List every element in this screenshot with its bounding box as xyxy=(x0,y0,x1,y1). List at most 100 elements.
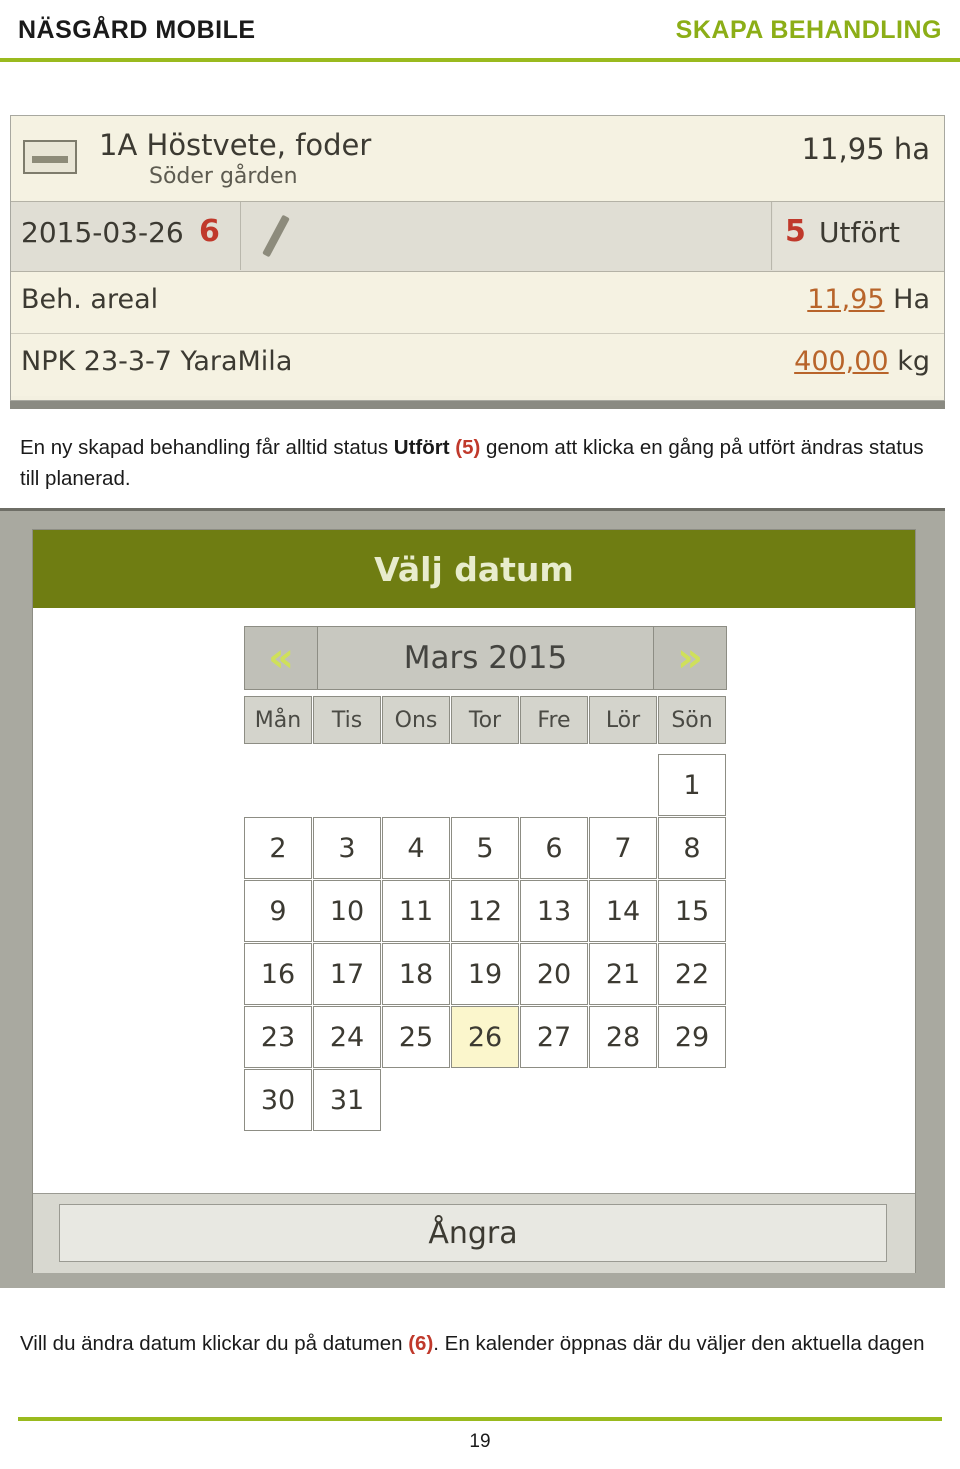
treatment-card-screenshot: 1A Höstvete, foder Söder gården 11,95 ha… xyxy=(10,115,945,401)
edit-cell[interactable] xyxy=(242,202,772,270)
day-cell[interactable]: 29 xyxy=(658,1006,726,1068)
date-status-row: 2015-03-26 6 5 Utfört xyxy=(11,202,944,272)
calendar-week-row: 23 24 25 26 27 28 29 xyxy=(244,1006,726,1068)
calendar-screenshot: Välj datum Mars 2015 « » Mån Tis Ons Tor… xyxy=(0,508,945,1288)
day-cell[interactable]: 11 xyxy=(382,880,450,942)
day-cell[interactable]: 2 xyxy=(244,817,312,879)
day-cell[interactable]: 5 xyxy=(451,817,519,879)
status-badge: Utfört xyxy=(819,216,900,249)
day-cell[interactable]: 31 xyxy=(313,1069,381,1131)
day-cell[interactable]: 18 xyxy=(382,943,450,1005)
treated-area-row: Beh. areal 11,95 Ha xyxy=(11,272,944,334)
page-number: 19 xyxy=(469,1431,491,1452)
calendar-week-row: 2 3 4 5 6 7 8 xyxy=(244,817,726,879)
day-cell[interactable]: 17 xyxy=(313,943,381,1005)
day-cell[interactable]: 30 xyxy=(244,1069,312,1131)
day-cell-empty xyxy=(658,1069,726,1131)
date-cell[interactable]: 2015-03-26 6 xyxy=(11,202,241,270)
calendar-dialog: Välj datum Mars 2015 « » Mån Tis Ons Tor… xyxy=(32,529,916,1273)
day-cell-empty xyxy=(244,754,312,816)
day-cell[interactable]: 4 xyxy=(382,817,450,879)
field-area: 11,95 ha xyxy=(801,132,930,166)
day-cell-empty xyxy=(589,1069,657,1131)
day-cell[interactable]: 27 xyxy=(520,1006,588,1068)
weekday-label: Fre xyxy=(520,696,588,744)
day-cell[interactable]: 25 xyxy=(382,1006,450,1068)
day-cell-empty xyxy=(520,754,588,816)
calendar-weekday-header: Mån Tis Ons Tor Fre Lör Sön xyxy=(244,696,726,744)
day-cell[interactable]: 9 xyxy=(244,880,312,942)
day-cell[interactable]: 22 xyxy=(658,943,726,1005)
callout-6: 6 xyxy=(199,214,220,249)
calendar-footer: Ångra xyxy=(33,1193,915,1273)
day-cell[interactable]: 23 xyxy=(244,1006,312,1068)
fertiliser-row: NPK 23-3-7 YaraMila 400,00 kg xyxy=(11,334,944,396)
screenshot-bottom-bar xyxy=(10,401,945,409)
day-cell[interactable]: 3 xyxy=(313,817,381,879)
status-cell[interactable]: 5 Utfört xyxy=(773,202,944,270)
weekday-label: Lör xyxy=(589,696,657,744)
farm-name: Söder gården xyxy=(149,164,298,189)
day-cell[interactable]: 24 xyxy=(313,1006,381,1068)
day-cell[interactable]: 28 xyxy=(589,1006,657,1068)
calendar-week-row: 1 xyxy=(244,754,726,816)
day-cell[interactable]: 20 xyxy=(520,943,588,1005)
day-cell-selected[interactable]: 26 xyxy=(451,1006,519,1068)
prev-month-icon[interactable]: « xyxy=(245,627,318,689)
day-cell-empty xyxy=(451,754,519,816)
page-header: NÄSGÅRD MOBILE SKAPA BEHANDLING xyxy=(0,0,960,62)
fertiliser-number: 400,00 xyxy=(794,346,889,377)
treated-area-label: Beh. areal xyxy=(21,284,159,315)
calendar-body: Mars 2015 « » Mån Tis Ons Tor Fre Lör Sö… xyxy=(33,608,915,1193)
app-title: NÄSGÅRD MOBILE xyxy=(18,16,256,44)
callout-5: 5 xyxy=(785,214,806,249)
fertiliser-unit: kg xyxy=(897,346,930,377)
field-header-row: 1A Höstvete, foder Söder gården 11,95 ha xyxy=(11,116,944,202)
cancel-button[interactable]: Ångra xyxy=(59,1204,887,1262)
treated-area-number: 11,95 xyxy=(807,284,885,315)
calendar-week-row: 16 17 18 19 20 21 22 xyxy=(244,943,726,1005)
day-cell[interactable]: 19 xyxy=(451,943,519,1005)
caption1-callout: (5) xyxy=(455,436,481,459)
caption2-part1: Vill du ändra datum klickar du på datume… xyxy=(20,1332,409,1355)
treatment-date: 2015-03-26 xyxy=(21,216,184,249)
day-cell[interactable]: 1 xyxy=(658,754,726,816)
day-cell-empty xyxy=(520,1069,588,1131)
caption-treatment-status: En ny skapad behandling får alltid statu… xyxy=(20,432,940,494)
caption2-callout: (6) xyxy=(408,1332,434,1355)
calendar-navbar: Mars 2015 « » xyxy=(244,626,727,690)
caption1-part1: En ny skapad behandling får alltid statu… xyxy=(20,436,394,459)
fertiliser-value: 400,00 kg xyxy=(794,346,930,377)
weekday-label: Tor xyxy=(451,696,519,744)
fertiliser-label: NPK 23-3-7 YaraMila xyxy=(21,346,293,377)
day-cell-empty xyxy=(382,1069,450,1131)
day-cell-empty xyxy=(451,1069,519,1131)
section-title: SKAPA BEHANDLING xyxy=(675,16,942,44)
next-month-icon[interactable]: » xyxy=(653,627,726,689)
treated-area-unit: Ha xyxy=(893,284,930,315)
day-cell[interactable]: 8 xyxy=(658,817,726,879)
day-cell[interactable]: 14 xyxy=(589,880,657,942)
day-cell[interactable]: 13 xyxy=(520,880,588,942)
day-cell-empty xyxy=(313,754,381,816)
day-cell[interactable]: 16 xyxy=(244,943,312,1005)
calendar-titlebar: Välj datum xyxy=(33,530,915,608)
weekday-label: Sön xyxy=(658,696,726,744)
day-cell[interactable]: 15 xyxy=(658,880,726,942)
caption2-part2: . En kalender öppnas där du väljer den a… xyxy=(433,1332,925,1355)
footer-divider xyxy=(18,1417,942,1421)
day-cell[interactable]: 6 xyxy=(520,817,588,879)
calendar-grid: 1 2 3 4 5 6 7 8 9 10 11 12 13 14 15 16 1… xyxy=(244,754,726,1132)
day-cell[interactable]: 7 xyxy=(589,817,657,879)
day-cell[interactable]: 12 xyxy=(451,880,519,942)
treated-area-value: 11,95 Ha xyxy=(807,284,930,315)
calendar-week-row: 30 31 xyxy=(244,1069,726,1131)
day-cell[interactable]: 21 xyxy=(589,943,657,1005)
weekday-label: Mån xyxy=(244,696,312,744)
field-icon xyxy=(23,140,77,174)
pencil-icon xyxy=(262,214,290,258)
calendar-week-row: 9 10 11 12 13 14 15 xyxy=(244,880,726,942)
caption-change-date: Vill du ändra datum klickar du på datume… xyxy=(20,1328,940,1359)
day-cell-empty xyxy=(382,754,450,816)
day-cell[interactable]: 10 xyxy=(313,880,381,942)
